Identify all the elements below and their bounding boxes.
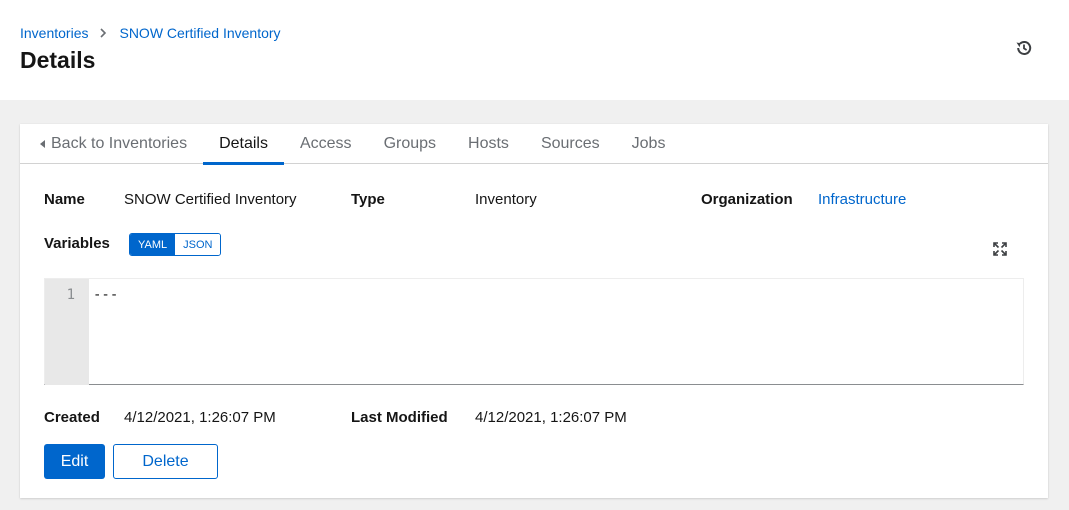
delete-button[interactable]: Delete [113,444,218,479]
tab-label: Details [219,135,268,152]
tab-hosts[interactable]: Hosts [452,124,525,164]
organization-label: Organization [701,191,793,208]
editor-code-line: --- [93,287,119,303]
name-value: SNOW Certified Inventory [124,191,297,208]
tab-back-to-inventories[interactable]: Back to Inventories [20,124,203,164]
chevron-right-icon [100,26,107,41]
name-label: Name [44,191,85,208]
history-icon[interactable] [1013,37,1035,59]
tab-jobs[interactable]: Jobs [616,124,682,164]
created-value: 4/12/2021, 1:26:07 PM [124,409,276,426]
tab-label: Jobs [631,135,666,152]
tab-label: Groups [383,135,437,152]
page-title: Details [20,47,96,73]
last-modified-value: 4/12/2021, 1:26:07 PM [475,409,627,426]
edit-button[interactable]: Edit [44,444,105,479]
breadcrumb: Inventories SNOW Certified Inventory [20,25,281,41]
variables-format-toggle: YAML JSON [129,233,222,256]
tab-groups[interactable]: Groups [368,124,452,164]
last-modified-label: Last Modified [351,409,448,426]
created-label: Created [44,409,100,426]
type-value: Inventory [475,191,537,208]
type-label: Type [351,191,385,208]
tab-sources[interactable]: Sources [525,124,616,164]
tab-label: Access [299,135,352,152]
line-number: 1 [66,287,75,303]
tab-bar: Back to Inventories Details Access Group… [20,124,1048,165]
editor-gutter: 1 [45,279,89,385]
breadcrumb-current-link[interactable]: SNOW Certified Inventory [119,25,280,41]
tab-label: Hosts [468,135,509,152]
yaml-toggle-button[interactable]: YAML [130,234,176,255]
tab-label: Back to Inventories [51,135,188,152]
tab-access[interactable]: Access [284,124,368,164]
tab-details[interactable]: Details [203,124,284,165]
expand-icon[interactable] [992,241,1008,257]
breadcrumb-inventories-link[interactable]: Inventories [20,25,88,41]
variables-label: Variables [44,235,110,252]
details-card: Back to Inventories Details Access Group… [20,124,1048,498]
caret-left-icon [40,140,45,148]
variables-code-editor[interactable]: 1 --- [44,278,1024,385]
json-toggle-button[interactable]: JSON [175,234,221,255]
page-header: Inventories SNOW Certified Inventory Det… [0,0,1069,100]
organization-link[interactable]: Infrastructure [818,191,906,208]
tab-label: Sources [540,135,600,152]
